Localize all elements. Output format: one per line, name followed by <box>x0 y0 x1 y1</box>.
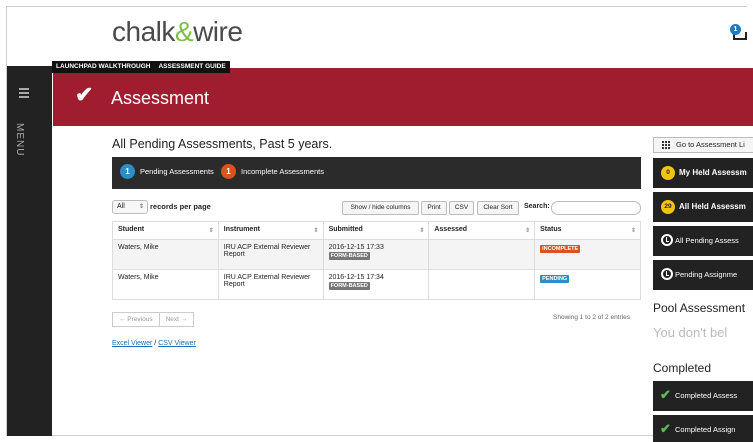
column-header-instrument[interactable]: Instrument ⇕ <box>217 221 324 240</box>
all-pending-assessments-button[interactable]: All Pending Assess <box>653 226 753 256</box>
search-label: Search: <box>524 203 550 210</box>
assessments-table: Student ⇕ Instrument ⇕ Submitted ⇕ Assessed… <box>112 221 641 300</box>
assessed-cell <box>428 269 536 300</box>
clock-icon <box>661 268 673 280</box>
section-heading: All Pending Assessments, Past 5 years. <box>112 137 333 151</box>
submitted-date: 2016-12-15 17:34 <box>328 274 384 281</box>
column-header-submitted[interactable]: Submitted ⇕ <box>322 221 430 240</box>
instrument-cell: IRU ACP External Reviewer Report <box>217 269 324 300</box>
side-menu[interactable] <box>7 66 52 436</box>
frame-border <box>6 6 747 7</box>
all-held-assessments-button[interactable]: 29 All Held Assessm <box>653 192 753 222</box>
pool-assessment-heading: Pool Assessment <box>653 301 746 315</box>
next-page-button[interactable]: Next → <box>159 312 195 327</box>
csv-button[interactable]: CSV <box>449 201 474 215</box>
form-based-tag: FORM-BASED <box>328 252 370 260</box>
pending-summary[interactable]: 1 Pending Assessments <box>120 164 214 179</box>
notification-badge: 1 <box>730 24 741 35</box>
checkmark-icon: ✔ <box>660 421 671 436</box>
sort-icon: ⇕ <box>630 228 636 234</box>
hamburger-icon[interactable] <box>19 88 29 100</box>
excel-viewer-link[interactable]: Excel Viewer <box>112 340 152 347</box>
updown-icon: ⇕ <box>138 204 144 210</box>
submitted-date: 2016-12-15 17:33 <box>328 244 384 251</box>
completed-assessments-button[interactable]: ✔ Completed Assess <box>653 381 753 411</box>
viewer-links: Excel Viewer / CSV Viewer <box>112 340 196 347</box>
status-cell: INCOMPLETE <box>534 239 641 270</box>
frame-border <box>6 435 747 436</box>
menu-label[interactable]: MENU <box>14 123 25 156</box>
status-badge: PENDING <box>540 275 570 283</box>
records-per-page-label: records per page <box>150 202 211 211</box>
incomplete-summary[interactable]: 1 Incomplete Assessments <box>221 164 324 179</box>
grid-icon <box>662 141 671 150</box>
launchpad-walkthrough-link[interactable]: LAUNCHPAD WALKTHROUGH <box>52 61 154 73</box>
pagination: ← Previous Next → <box>112 312 195 327</box>
checkmark-icon: ✔ <box>660 387 671 402</box>
instrument-cell: IRU ACP External Reviewer Report <box>217 239 324 270</box>
held-count-badge: 0 <box>661 166 675 180</box>
student-cell: Waters, Mike <box>112 239 219 270</box>
table-header-row: Student ⇕ Instrument ⇕ Submitted ⇕ Assessed… <box>112 221 641 240</box>
checkmark-icon: ✔ <box>75 82 94 107</box>
pending-summary-label: Pending Assessments <box>140 167 214 176</box>
sort-icon: ⇕ <box>313 228 319 234</box>
sort-icon: ⇕ <box>419 228 425 234</box>
incomplete-summary-label: Incomplete Assessments <box>241 167 324 176</box>
table-controls: All ⇕ records per page Show / hide colum… <box>112 200 641 216</box>
pending-count-badge: 1 <box>120 164 135 179</box>
form-based-tag: FORM-BASED <box>328 282 370 290</box>
my-held-assessments-button[interactable]: 0 My Held Assessm <box>653 158 753 188</box>
csv-viewer-link[interactable]: CSV Viewer <box>158 340 196 347</box>
submitted-cell: 2016-12-15 17:33 FORM-BASED <box>322 239 430 270</box>
assessed-cell <box>428 239 536 270</box>
clear-sort-button[interactable]: Clear Sort <box>477 201 519 215</box>
page-title: Assessment <box>111 88 210 108</box>
incomplete-count-badge: 1 <box>221 164 236 179</box>
submitted-cell: 2016-12-15 17:34 FORM-BASED <box>322 269 430 300</box>
search-input[interactable] <box>551 201 641 215</box>
sort-icon: ⇕ <box>208 228 214 234</box>
sort-icon: ⇕ <box>525 228 531 234</box>
logo-text: chalk <box>112 16 175 47</box>
table-row[interactable]: Waters, Mike IRU ACP External Reviewer R… <box>112 239 641 270</box>
app-window: chalk&wire 1 MENU ✔ Assessment LAUNCHPAD… <box>0 0 753 442</box>
all-held-count-badge: 29 <box>661 200 675 214</box>
logo-text: wire <box>193 16 243 47</box>
assessment-guide-link[interactable]: ASSESSMENT GUIDE <box>154 61 229 73</box>
go-to-assessment-list-button[interactable]: Go to Assessment Li <box>653 137 753 153</box>
logo-ampersand: & <box>174 16 194 47</box>
status-cell: PENDING <box>534 269 641 300</box>
help-bar: LAUNCHPAD WALKTHROUGH ASSESSMENT GUIDE <box>52 61 230 73</box>
completed-heading: Completed <box>653 361 712 375</box>
column-header-assessed[interactable]: Assessed ⇕ <box>428 221 536 240</box>
pending-assignments-button[interactable]: Pending Assignme <box>653 260 753 290</box>
student-cell: Waters, Mike <box>112 269 219 300</box>
notification-tray-icon[interactable]: 1 <box>730 24 747 40</box>
previous-page-button[interactable]: ← Previous <box>112 312 160 327</box>
clock-icon <box>661 234 673 246</box>
summary-bar: 1 Pending Assessments 1 Incomplete Asses… <box>112 157 641 189</box>
pool-empty-message: You don't bel <box>653 325 728 340</box>
entries-info: Showing 1 to 2 of 2 entries <box>553 314 630 321</box>
show-hide-columns-button[interactable]: Show / hide columns <box>342 201 419 215</box>
print-button[interactable]: Print <box>421 201 447 215</box>
status-badge: INCOMPLETE <box>540 245 581 253</box>
brand-logo[interactable]: chalk&wire <box>112 16 243 48</box>
table-row[interactable]: Waters, Mike IRU ACP External Reviewer R… <box>112 269 641 300</box>
column-header-student[interactable]: Student ⇕ <box>112 221 219 240</box>
page-banner: ✔ Assessment <box>53 68 753 126</box>
column-header-status[interactable]: Status ⇕ <box>534 221 641 240</box>
completed-assignments-button[interactable]: ✔ Completed Assign <box>653 415 753 442</box>
records-per-page-select[interactable]: All ⇕ <box>112 200 148 214</box>
